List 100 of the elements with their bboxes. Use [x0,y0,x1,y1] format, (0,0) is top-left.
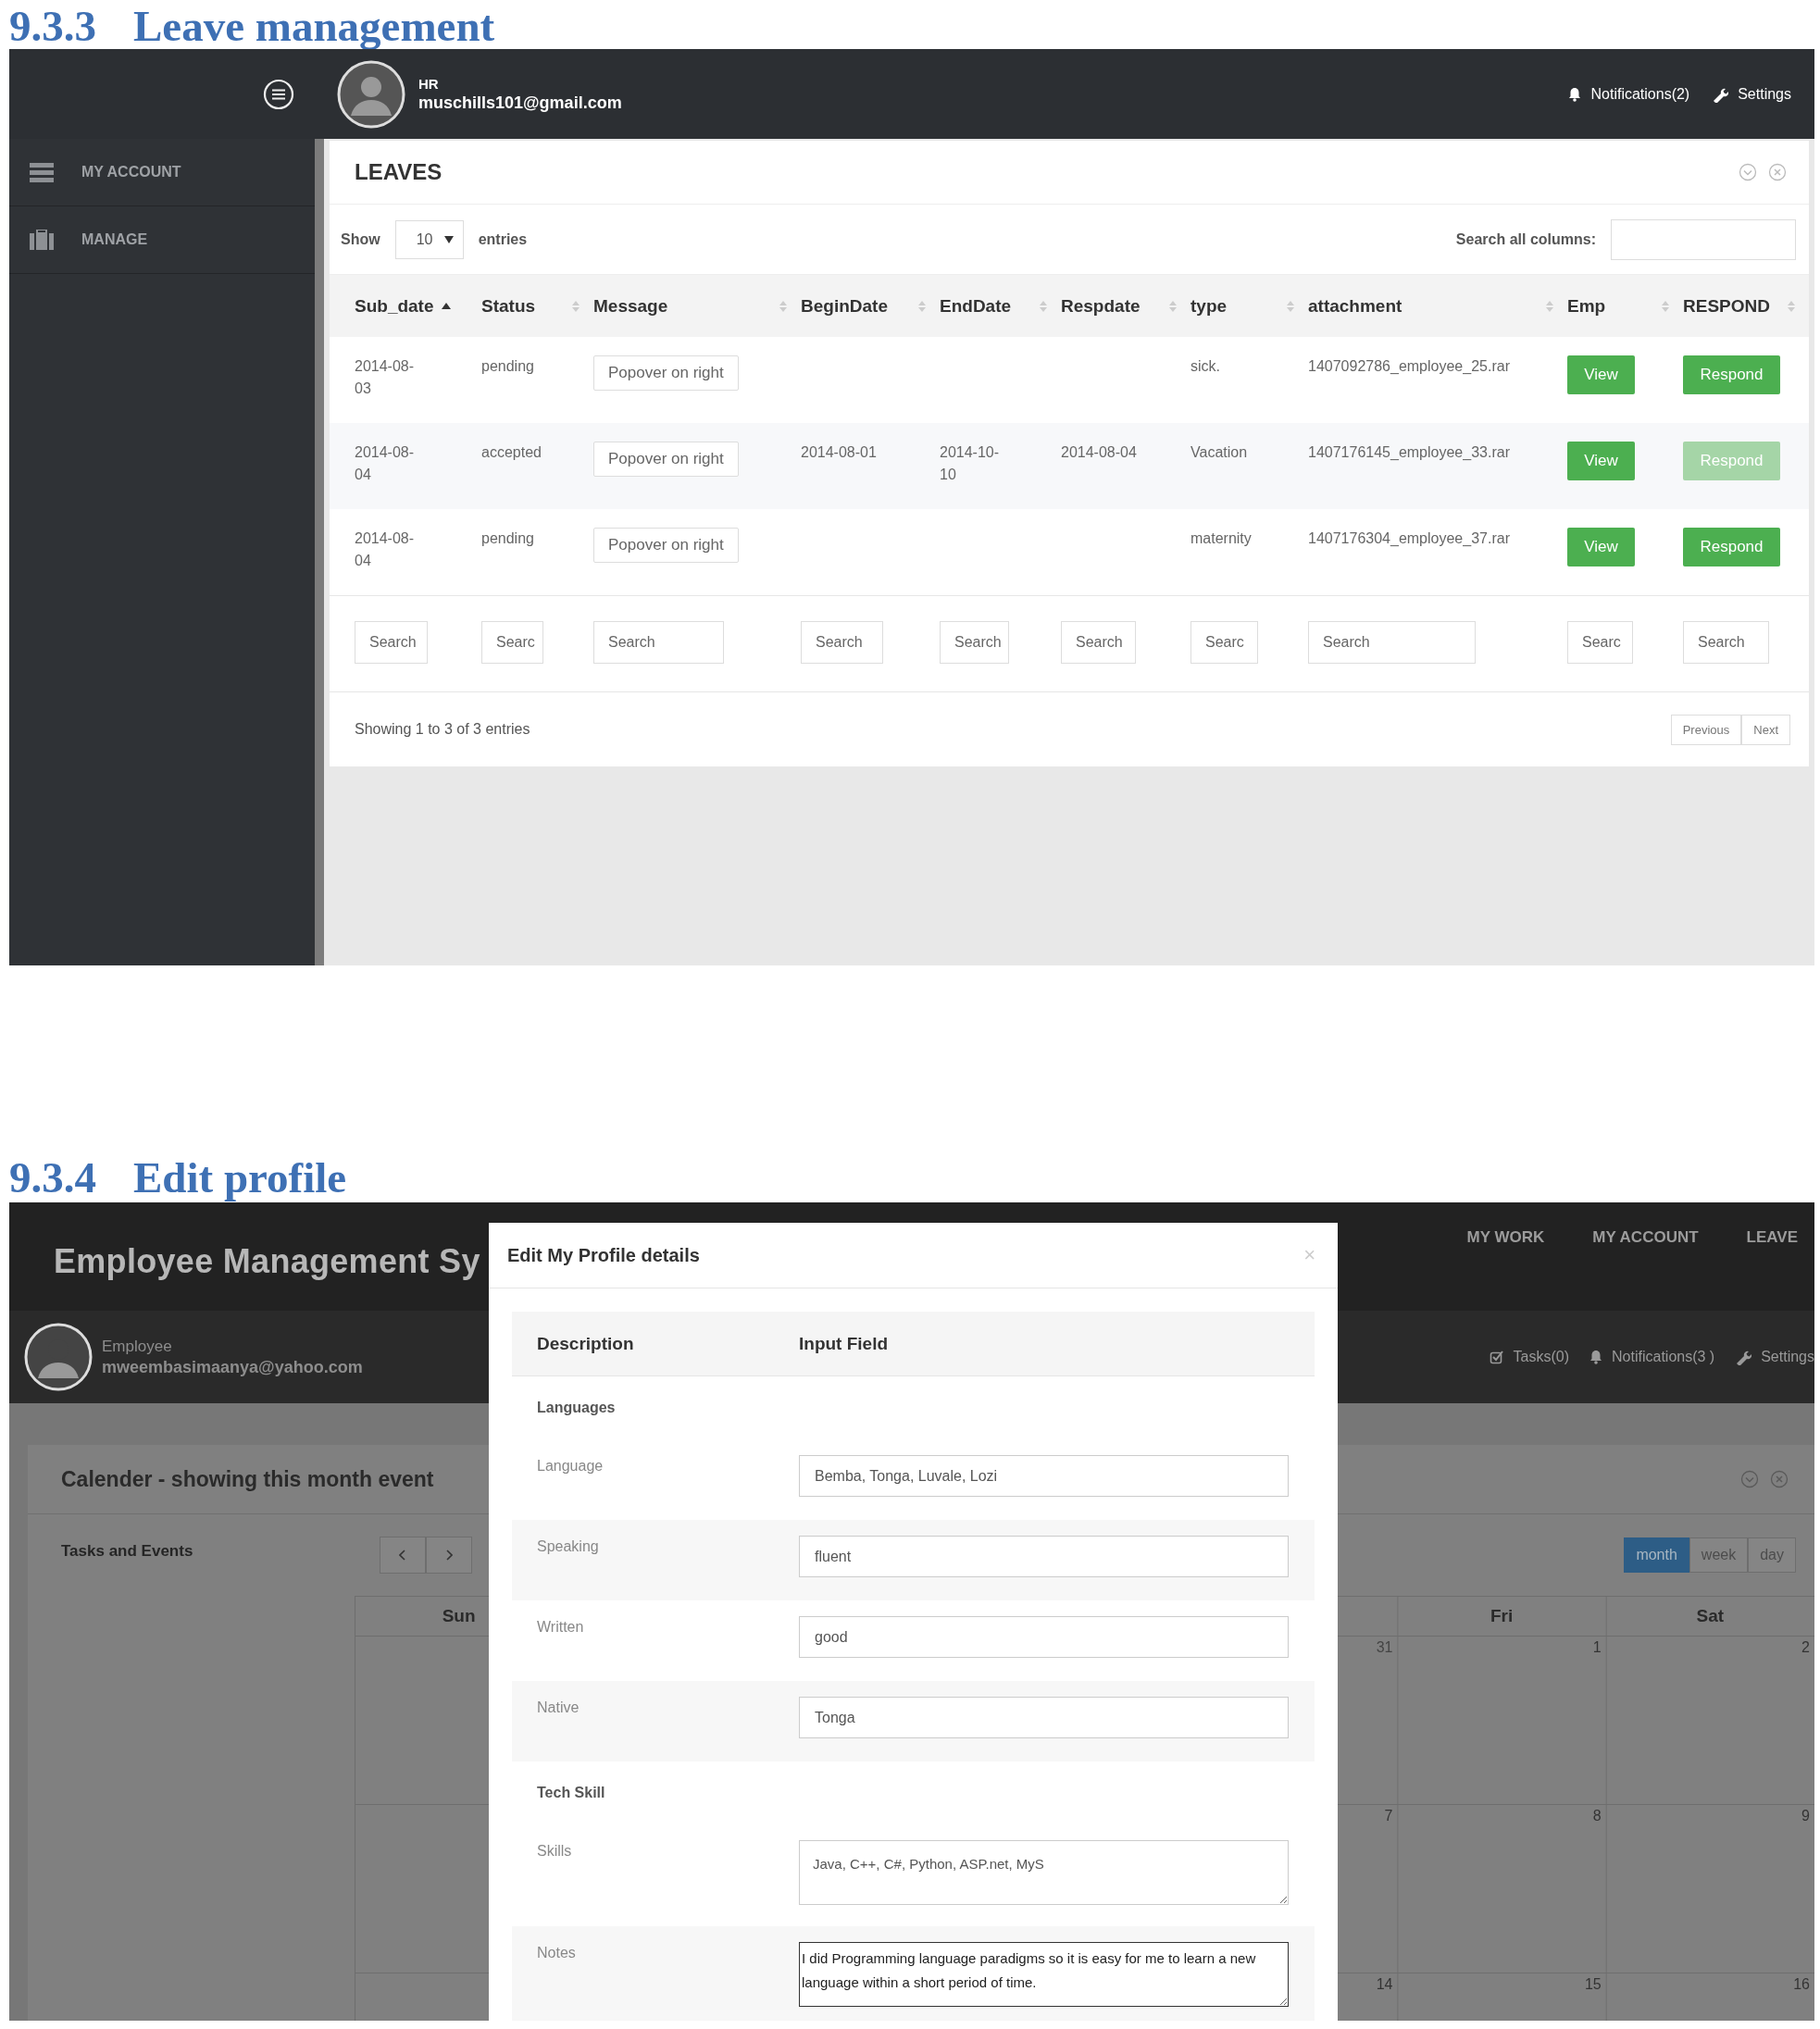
filter-field[interactable]: Search [1683,621,1769,664]
text-area[interactable]: Java, C++, C#, Python, ASP.net, MyS [799,1840,1289,1905]
date-number[interactable]: 16 [1793,1976,1810,1992]
nav-link[interactable]: LEAVE [1746,1228,1798,1247]
pagination-button[interactable]: Next [1741,714,1790,745]
column-header[interactable]: EndDate [940,295,1012,317]
table-cell-text: pending [481,357,534,376]
filter-field[interactable]: Searc [481,621,543,664]
close-icon[interactable] [1770,1470,1789,1488]
column-header[interactable]: BeginDate [801,295,888,317]
chevron-left-icon [399,1550,406,1561]
app-title: Employee Management Sy [54,1242,480,1281]
column-header[interactable]: Sub_date [355,295,434,317]
user-role: HR [418,75,440,92]
date-number[interactable]: 1 [1592,1639,1602,1655]
top-link[interactable]: Settings [1712,85,1791,103]
field-label: Language [537,1457,605,1475]
section-title: Edit profile [133,1154,347,1201]
view-button[interactable]: View [1567,442,1635,480]
close-icon[interactable] [1768,163,1787,181]
menu-icon[interactable] [263,78,294,110]
pagination-button[interactable]: Previous [1670,714,1742,745]
filter-field[interactable]: Search [940,621,1009,664]
table-cell-text: 2014-08-03 [355,357,416,398]
table-info: Showing 1 to 3 of 3 entries [355,721,530,738]
top-link[interactable]: Tasks(0) [1489,1349,1570,1365]
respond-button[interactable]: Respond [1683,528,1780,566]
input-field[interactable]: fluent [799,1536,1289,1577]
column-header[interactable]: Message [593,295,668,317]
previous-button[interactable] [380,1537,426,1574]
top-link[interactable]: Notifications(3 ) [1589,1349,1715,1365]
filter-field[interactable]: Search [355,621,428,664]
table-cell-text: 2014-08-04 [355,443,416,484]
date-number[interactable]: 9 [1801,1808,1810,1824]
filter-field[interactable]: Searc [1190,621,1258,664]
collapse-icon[interactable] [1739,163,1757,181]
date-number[interactable]: 8 [1592,1808,1602,1824]
column-header[interactable]: Status [481,295,536,317]
nav-link[interactable]: MY WORK [1466,1228,1545,1247]
panel-title: LEAVES [355,159,443,185]
wrench-icon [1735,1349,1752,1365]
day-header: Sat [1696,1606,1725,1626]
table-cell-text: sick. [1190,357,1220,376]
user-email: mweembasimaanya@yahoo.com [102,1357,363,1377]
list-icon [30,162,54,182]
dialog-title: Edit My Profile details [507,1244,700,1266]
table-cell-text: 2014-08-01 [801,443,877,462]
sidebar-item[interactable]: MANAGE [9,206,315,274]
panel-title: Calender - showing this month event [61,1466,434,1492]
chevron-right-icon [445,1550,453,1561]
popover-button[interactable]: Popover on right [593,442,739,477]
nav-link[interactable]: MY ACCOUNT [1592,1228,1699,1247]
filter-field[interactable]: Search [593,621,724,664]
sidebar-heading: Tasks and Events [60,1541,194,1562]
respond-button[interactable]: Respond [1683,355,1780,394]
column-header[interactable]: attachment [1308,295,1402,317]
table-cell-text: 2014-08-04 [1061,443,1137,462]
search-label: Search all columns: [1455,230,1596,248]
collapse-icon[interactable] [1740,1470,1759,1488]
next-button[interactable] [426,1537,472,1574]
filter-field[interactable]: Searc [1567,621,1633,664]
search-field[interactable] [1611,218,1796,260]
filter-field[interactable]: Search [1308,621,1476,664]
page-size-select[interactable]: 10 [394,219,464,259]
column-header: Description [537,1333,635,1354]
date-number[interactable]: 2 [1801,1639,1810,1655]
column-header[interactable]: RESPOND [1683,295,1770,317]
view-button[interactable]: View [1567,355,1635,394]
field-label: Written [537,1618,585,1636]
filter-field[interactable]: Search [1061,621,1136,664]
input-field[interactable]: Tonga [799,1697,1289,1738]
section-title: Leave management [133,3,495,49]
filter-field[interactable]: Search [801,621,883,664]
table-cell-text: accepted [481,443,542,462]
column-header[interactable]: Respdate [1061,295,1141,317]
checkbox-check-icon [1489,1350,1504,1364]
input-field[interactable]: Bemba, Tonga, Luvale, Lozi [799,1455,1289,1497]
popover-button[interactable]: Popover on right [593,528,739,563]
field-label: Skills [537,1842,573,1860]
section-label: Tech Skill [537,1785,605,1801]
view-tab[interactable]: month [1624,1537,1689,1573]
top-link[interactable]: Settings [1735,1349,1814,1365]
date-number[interactable]: 14 [1376,1976,1393,1992]
view-button[interactable]: View [1567,528,1635,566]
table-cell-text: 1407092786_employee_25.rar [1308,357,1510,376]
column-header[interactable]: type [1190,295,1228,317]
table-cell-text: 2014-10-10 [940,443,1001,484]
bell-icon [1589,1350,1603,1364]
column-header[interactable]: Emp [1567,295,1606,317]
table-cell-text: maternity [1190,529,1252,548]
section-number: 9.3.3 [9,3,96,49]
date-number[interactable]: 7 [1384,1808,1393,1824]
popover-button[interactable]: Popover on right [593,355,739,391]
date-number[interactable]: 15 [1584,1976,1602,1992]
text-area[interactable]: I did Programming language paradigms so it is easy for me to learn a new language within a short period of time. [799,1942,1289,2007]
bell-icon [1568,86,1582,102]
top-link[interactable]: Notifications(2) [1568,85,1690,103]
day-header: Sun [442,1606,476,1626]
sidebar-item[interactable]: MY ACCOUNT [9,139,315,206]
input-field[interactable]: good [799,1616,1289,1658]
